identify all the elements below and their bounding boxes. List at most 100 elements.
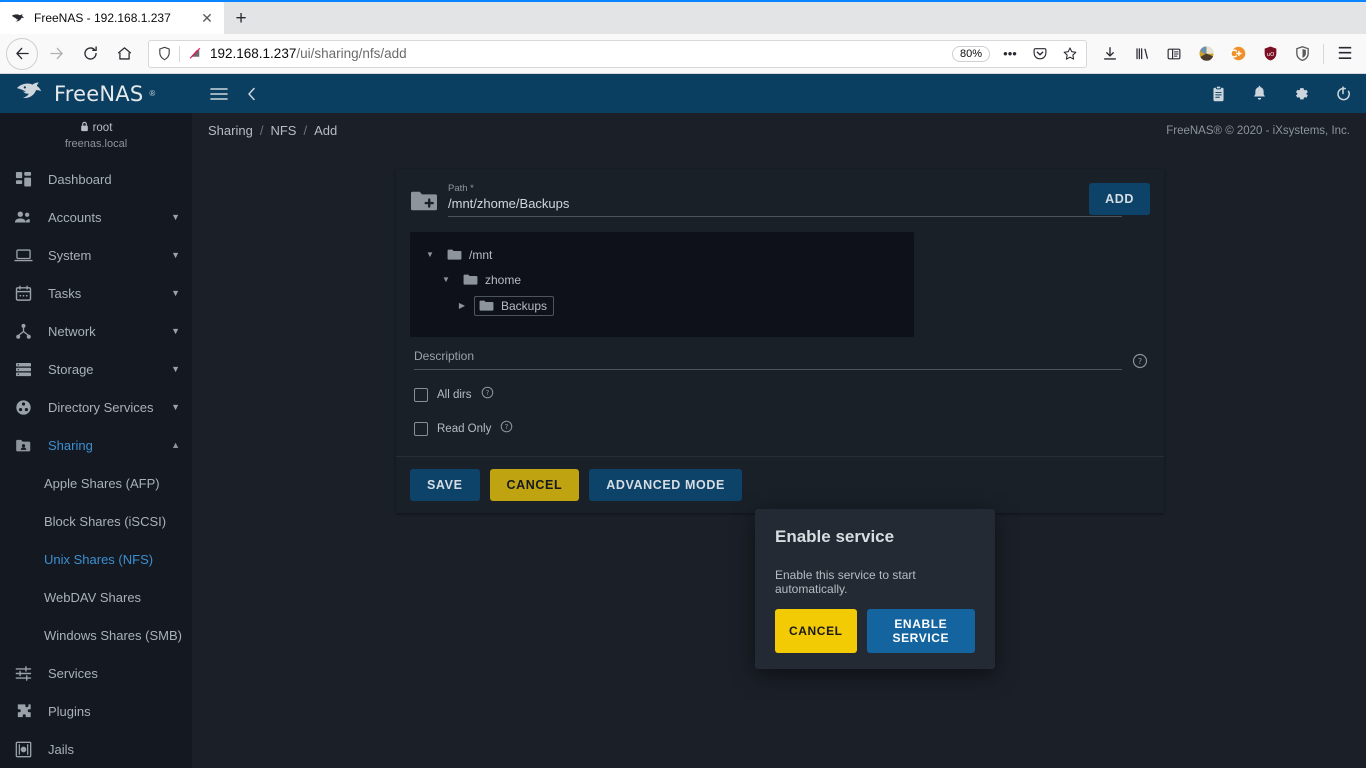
path-input-wrapper[interactable]: Path * /mnt/zhome/Backups bbox=[448, 179, 1122, 218]
tree-node[interactable]: ▼ /mnt bbox=[410, 242, 914, 267]
sidebar-item-storage[interactable]: Storage ▼ bbox=[0, 350, 192, 388]
sidebar-item-sharing[interactable]: Sharing ▲ bbox=[0, 426, 192, 464]
help-circle-icon[interactable]: ? bbox=[1132, 353, 1150, 374]
tab-close-icon[interactable]: ✕ bbox=[198, 9, 216, 27]
bookmark-star-icon[interactable] bbox=[1058, 42, 1082, 66]
breadcrumb-item-nfs[interactable]: NFS bbox=[270, 123, 296, 138]
form-body: Path * /mnt/zhome/Backups ? ▼ bbox=[396, 169, 1164, 456]
chevron-down-icon[interactable]: ▼ bbox=[424, 250, 436, 259]
home-button[interactable] bbox=[108, 38, 140, 70]
tree-node-label: /mnt bbox=[469, 247, 493, 262]
sidebar-icon[interactable] bbox=[1159, 39, 1189, 69]
browser-tab[interactable]: FreeNAS - 192.168.1.237 ✕ bbox=[0, 2, 224, 34]
tree-node[interactable]: ▼ zhome bbox=[410, 267, 914, 292]
sidebar-item-block-shares[interactable]: Block Shares (iSCSI) bbox=[0, 502, 192, 540]
forward-button[interactable] bbox=[40, 38, 72, 70]
breadcrumb-item-sharing[interactable]: Sharing bbox=[208, 123, 253, 138]
hamburger-menu-icon[interactable] bbox=[210, 87, 228, 101]
topbar-right-icons bbox=[1210, 85, 1352, 103]
sidebar-item-plugins[interactable]: Plugins bbox=[0, 692, 192, 730]
sidebar-subitem-label: Windows Shares (SMB) bbox=[44, 627, 182, 643]
download-icon[interactable] bbox=[1095, 39, 1125, 69]
pocket-icon[interactable] bbox=[1028, 42, 1052, 66]
form-actions: SAVE CANCEL ADVANCED MODE bbox=[396, 456, 1164, 513]
tree-node-label: Backups bbox=[501, 298, 548, 313]
sidebar-item-dashboard[interactable]: Dashboard bbox=[0, 160, 192, 198]
gear-icon[interactable] bbox=[1292, 85, 1310, 103]
tree-node-pill: Backups bbox=[474, 295, 555, 316]
chevron-down-icon: ▼ bbox=[171, 364, 180, 375]
sidebar-item-jails[interactable]: Jails bbox=[0, 730, 192, 768]
dialog-title: Enable service bbox=[775, 527, 895, 547]
sidebar-subitem-label: WebDAV Shares bbox=[44, 589, 142, 605]
sidebar-item-network[interactable]: Network ▼ bbox=[0, 312, 192, 350]
url-bar[interactable]: 192.168.1.237/ui/sharing/nfs/add 80% ••• bbox=[148, 39, 1087, 68]
sidebar-item-system[interactable]: System ▼ bbox=[0, 236, 192, 274]
read-only-checkbox-row[interactable]: Read Only ? bbox=[410, 420, 1150, 438]
sidebar-item-label: Dashboard bbox=[48, 171, 112, 187]
library-icon[interactable] bbox=[1127, 39, 1157, 69]
description-input-wrapper[interactable]: Description bbox=[414, 347, 1122, 371]
storage-icon bbox=[12, 362, 34, 377]
sidebar-item-tasks[interactable]: Tasks ▼ bbox=[0, 274, 192, 312]
description-input[interactable]: Description bbox=[414, 349, 474, 363]
reload-button[interactable] bbox=[74, 38, 106, 70]
directory-services-icon bbox=[12, 399, 34, 416]
enable-service-dialog: Enable service Enable this service to st… bbox=[755, 509, 995, 670]
zoom-level-badge[interactable]: 80% bbox=[951, 45, 990, 62]
ublock-icon[interactable]: uO bbox=[1255, 39, 1285, 69]
chevron-left-icon[interactable] bbox=[246, 87, 258, 101]
user-block: root freenas.local bbox=[0, 113, 192, 160]
sidebar-item-directory-services[interactable]: Directory Services ▼ bbox=[0, 388, 192, 426]
advanced-mode-button[interactable]: ADVANCED MODE bbox=[589, 469, 742, 502]
breadcrumb-separator: / bbox=[259, 123, 264, 139]
no-permission-icon[interactable] bbox=[186, 45, 204, 63]
container-icon[interactable] bbox=[1223, 39, 1253, 69]
shield-addon-icon[interactable] bbox=[1287, 39, 1317, 69]
sidebar-item-windows-shares[interactable]: Windows Shares (SMB) bbox=[0, 616, 192, 654]
breadcrumb-separator: / bbox=[303, 123, 308, 139]
bell-icon[interactable] bbox=[1251, 85, 1268, 103]
brand-name: FreeNAS bbox=[54, 81, 144, 106]
chevron-down-icon: ▼ bbox=[171, 212, 180, 223]
sidebar-item-accounts[interactable]: Accounts ▼ bbox=[0, 198, 192, 236]
brand-logo[interactable]: FreeNAS ® bbox=[0, 74, 192, 114]
dialog-cancel-button[interactable]: CANCEL bbox=[775, 609, 857, 654]
lock-icon bbox=[80, 121, 89, 135]
sidebar-item-label: Tasks bbox=[48, 285, 82, 301]
all-dirs-checkbox[interactable] bbox=[414, 388, 428, 403]
power-icon[interactable] bbox=[1334, 85, 1352, 103]
sidebar-item-apple-shares[interactable]: Apple Shares (AFP) bbox=[0, 464, 192, 502]
tree-node-label: zhome bbox=[485, 272, 522, 287]
help-circle-icon[interactable]: ? bbox=[481, 386, 494, 404]
save-button[interactable]: SAVE bbox=[410, 469, 480, 502]
new-tab-button[interactable]: + bbox=[224, 2, 258, 34]
chevron-up-icon: ▲ bbox=[171, 440, 180, 451]
clipboard-icon[interactable] bbox=[1210, 85, 1227, 103]
chevron-down-icon: ▼ bbox=[171, 288, 180, 299]
cancel-button[interactable]: CANCEL bbox=[489, 469, 580, 502]
all-dirs-checkbox-row[interactable]: All dirs ? bbox=[410, 386, 1150, 404]
account-avatar-icon[interactable] bbox=[1191, 39, 1221, 69]
dashboard-icon bbox=[12, 171, 34, 188]
add-path-button[interactable]: ADD bbox=[1089, 183, 1150, 216]
freenas-app: FreeNAS ® root freenas.local Dashboard A… bbox=[0, 74, 1366, 768]
folder-plus-icon[interactable] bbox=[410, 189, 438, 218]
tracking-shield-icon[interactable] bbox=[155, 45, 173, 63]
dialog-enable-service-button[interactable]: ENABLE SERVICE bbox=[866, 609, 975, 654]
read-only-checkbox[interactable] bbox=[414, 422, 428, 437]
sidebar-item-webdav-shares[interactable]: WebDAV Shares bbox=[0, 578, 192, 616]
back-button[interactable] bbox=[6, 37, 38, 70]
chevron-right-icon[interactable]: ▶ bbox=[456, 301, 468, 310]
urlbar-more-button[interactable]: ••• bbox=[998, 42, 1022, 66]
path-input[interactable]: /mnt/zhome/Backups bbox=[448, 196, 1122, 218]
help-circle-icon[interactable]: ? bbox=[500, 420, 513, 438]
content-region: Sharing / NFS / Add FreeNAS® © 2020 - iX… bbox=[192, 113, 1366, 768]
sidebar-item-services[interactable]: Services bbox=[0, 654, 192, 692]
tree-node-selected[interactable]: ▶ Backups bbox=[410, 292, 914, 319]
sidebar-item-label: System bbox=[48, 247, 92, 263]
browser-tab-title: FreeNAS - 192.168.1.237 bbox=[34, 11, 171, 25]
sidebar-item-unix-shares[interactable]: Unix Shares (NFS) bbox=[0, 540, 192, 578]
chevron-down-icon[interactable]: ▼ bbox=[440, 275, 452, 284]
hamburger-menu-icon[interactable]: ☰ bbox=[1330, 39, 1360, 69]
